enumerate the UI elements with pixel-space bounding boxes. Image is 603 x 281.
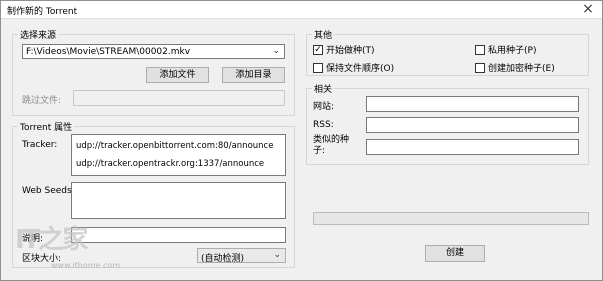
chevron-down-icon: ⌄ bbox=[273, 250, 281, 260]
private-torrent-label: 私用种子(P) bbox=[488, 46, 537, 56]
website-label: 网站: bbox=[313, 102, 335, 112]
similar-torrent-input[interactable] bbox=[366, 139, 579, 155]
checkbox-box bbox=[313, 62, 323, 73]
similar-label-line2: 子: bbox=[313, 146, 326, 156]
rss-input[interactable] bbox=[366, 117, 579, 133]
start-seeding-checkbox[interactable]: ✓ 开始做种(T) bbox=[313, 43, 375, 56]
private-torrent-checkbox[interactable]: 私用种子(P) bbox=[475, 43, 536, 56]
keep-file-order-checkbox[interactable]: 保持文件顺序(O) bbox=[313, 61, 394, 74]
title-bar: 制作新的 Torrent × bbox=[1, 1, 602, 19]
similar-torrent-label: 类似的种 子: bbox=[313, 135, 349, 157]
encrypted-torrent-label: 创建加密种子(E) bbox=[488, 64, 555, 74]
web-seeds-label: Web Seeds: bbox=[22, 186, 75, 196]
create-torrent-dialog: 制作新的 Torrent × 选择来源 F:\Videos\Movie\STRE… bbox=[0, 0, 603, 281]
similar-label-line1: 类似的种 bbox=[313, 135, 350, 145]
tracker-line: udp://tracker.opentrackr.org:1337/announ… bbox=[76, 159, 265, 169]
ithome-watermark-logo: IT之家 bbox=[15, 225, 88, 255]
chevron-down-icon: ⌄ bbox=[272, 46, 280, 56]
checkmark-icon: ✓ bbox=[313, 44, 323, 55]
other-legend: 其他 bbox=[312, 28, 335, 41]
torrent-properties-legend: Torrent 属性 bbox=[18, 120, 75, 133]
encrypted-torrent-checkbox[interactable]: 创建加密种子(E) bbox=[475, 61, 555, 74]
skip-files-input[interactable] bbox=[73, 90, 285, 106]
progress-bar bbox=[313, 212, 589, 225]
source-legend: 选择来源 bbox=[18, 28, 59, 41]
add-directory-button[interactable]: 添加目录 bbox=[222, 67, 285, 83]
tracker-textarea[interactable]: udp://tracker.openbittorrent.com:80/anno… bbox=[71, 134, 286, 176]
tracker-line: udp://tracker.openbittorrent.com:80/anno… bbox=[76, 141, 274, 151]
checkbox-box bbox=[475, 44, 485, 55]
web-seeds-textarea[interactable] bbox=[71, 182, 286, 219]
checkbox-box bbox=[475, 62, 485, 73]
window-title: 制作新的 Torrent bbox=[7, 7, 78, 17]
piece-size-value: (自动检测) bbox=[201, 254, 245, 263]
close-icon[interactable]: × bbox=[580, 1, 596, 19]
related-legend: 相关 bbox=[312, 82, 335, 95]
watermark-url: www.ithome.com bbox=[51, 261, 121, 270]
start-seeding-label: 开始做种(T) bbox=[326, 46, 375, 56]
rss-label: RSS: bbox=[313, 120, 334, 130]
comment-input[interactable] bbox=[71, 227, 286, 243]
tracker-label: Tracker: bbox=[22, 140, 58, 150]
source-path-value: F:\Videos\Movie\STREAM\00002.mkv bbox=[26, 47, 191, 57]
keep-file-order-label: 保持文件顺序(O) bbox=[326, 64, 395, 74]
source-path-select[interactable]: F:\Videos\Movie\STREAM\00002.mkv ⌄ bbox=[22, 44, 285, 59]
create-button[interactable]: 创建 bbox=[425, 245, 485, 262]
skip-files-label: 跳过文件: bbox=[22, 96, 62, 106]
piece-size-select[interactable]: (自动检测) ⌄ bbox=[197, 248, 286, 263]
website-input[interactable] bbox=[366, 96, 579, 112]
add-file-button[interactable]: 添加文件 bbox=[146, 67, 209, 83]
